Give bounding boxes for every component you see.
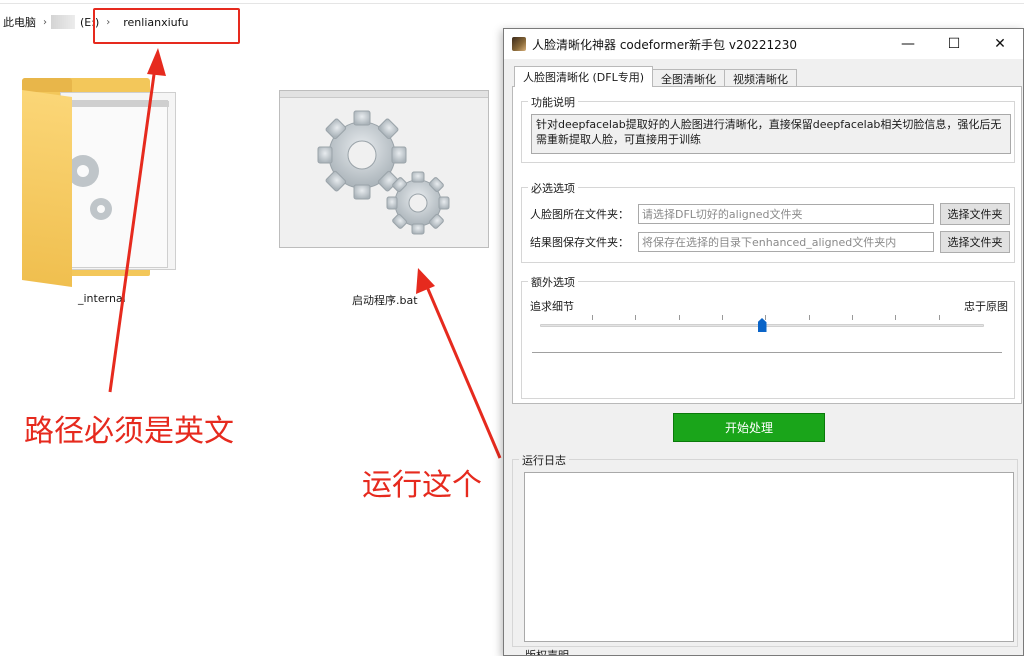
extra-group-title: 额外选项 — [528, 274, 578, 290]
explorer-top-strip — [0, 0, 1024, 4]
log-group-title: 运行日志 — [519, 452, 569, 468]
slider-tick — [679, 315, 680, 320]
dialog-title: 人脸清晰化神器 codeformer新手包 v20221230 — [532, 37, 798, 52]
output-dir-browse-button[interactable]: 选择文件夹 — [940, 231, 1010, 253]
tab-full-image[interactable]: 全图清晰化 — [652, 69, 726, 87]
log-group: 运行日志 — [512, 452, 1018, 647]
slider-tick — [592, 315, 593, 320]
log-output[interactable] — [524, 472, 1014, 642]
start-processing-button[interactable]: 开始处理 — [673, 413, 825, 442]
tab-strip: 人脸图清晰化 (DFL专用) 全图清晰化 视频清晰化 — [514, 66, 798, 87]
path-highlight-box — [93, 8, 240, 44]
annotation-run-this: 运行这个 — [362, 468, 482, 503]
function-group-title: 功能说明 — [528, 94, 578, 110]
slider-tick — [809, 315, 810, 320]
tab-panel: 功能说明 针对deepfacelab提取好的人脸图进行清晰化，直接保留deepf… — [512, 86, 1022, 404]
maximize-icon[interactable]: ☐ — [931, 29, 977, 59]
input-dir-label: 人脸图所在文件夹： — [530, 208, 629, 221]
breadcrumb-this-pc[interactable]: 此电脑 — [0, 14, 39, 30]
slider-right-label: 忠于原图 — [964, 300, 1008, 313]
minimize-icon[interactable]: — — [885, 29, 931, 59]
slider-tick — [722, 315, 723, 320]
slider-thumb[interactable] — [757, 318, 767, 332]
folder-tab — [22, 78, 72, 92]
dialog-titlebar[interactable]: 人脸清晰化神器 codeformer新手包 v20221230 — ☐ ✕ — [504, 29, 1023, 59]
file-label: 启动程序.bat — [352, 294, 418, 307]
extra-group: 额外选项 追求细节 忠于原图 — [521, 274, 1015, 399]
slider-tick — [765, 315, 766, 320]
redacted-drive-name — [51, 15, 75, 29]
input-dir-browse-button[interactable]: 选择文件夹 — [940, 203, 1010, 225]
slider-tick — [939, 315, 940, 320]
output-dir-field[interactable] — [638, 232, 934, 252]
annotation-path-english: 路径必须是英文 — [24, 414, 234, 449]
chevron-right-icon: › — [43, 16, 47, 28]
file-label: _internal — [78, 292, 126, 305]
slider-tick — [852, 315, 853, 320]
tab-face-enhance[interactable]: 人脸图清晰化 (DFL专用) — [514, 66, 654, 87]
required-group-title: 必选选项 — [528, 180, 578, 196]
input-dir-field[interactable] — [638, 204, 934, 224]
function-description: 针对deepfacelab提取好的人脸图进行清晰化，直接保留deepfacela… — [531, 114, 1011, 154]
slider-tick — [635, 315, 636, 320]
tab-video[interactable]: 视频清晰化 — [724, 69, 798, 87]
copyright-group-title: 版权声明 — [523, 647, 571, 655]
codeformer-dialog: 人脸清晰化神器 codeformer新手包 v20221230 — ☐ ✕ 人脸… — [503, 28, 1024, 656]
output-dir-label: 结果图保存文件夹： — [530, 236, 629, 249]
required-group: 必选选项 人脸图所在文件夹： 选择文件夹 结果图保存文件夹： 选择文件夹 — [521, 180, 1015, 263]
window-controls: — ☐ ✕ — [885, 29, 1023, 59]
close-icon[interactable]: ✕ — [977, 29, 1023, 59]
slider-tick — [895, 315, 896, 320]
separator-line — [532, 352, 1002, 353]
function-group: 功能说明 针对deepfacelab提取好的人脸图进行清晰化，直接保留deepf… — [521, 94, 1015, 163]
bat-thumbnail — [279, 90, 489, 248]
folder-front-flap — [22, 90, 72, 288]
gears-icon — [317, 110, 450, 235]
app-icon — [512, 37, 526, 51]
slider-left-label: 追求细节 — [530, 300, 574, 313]
